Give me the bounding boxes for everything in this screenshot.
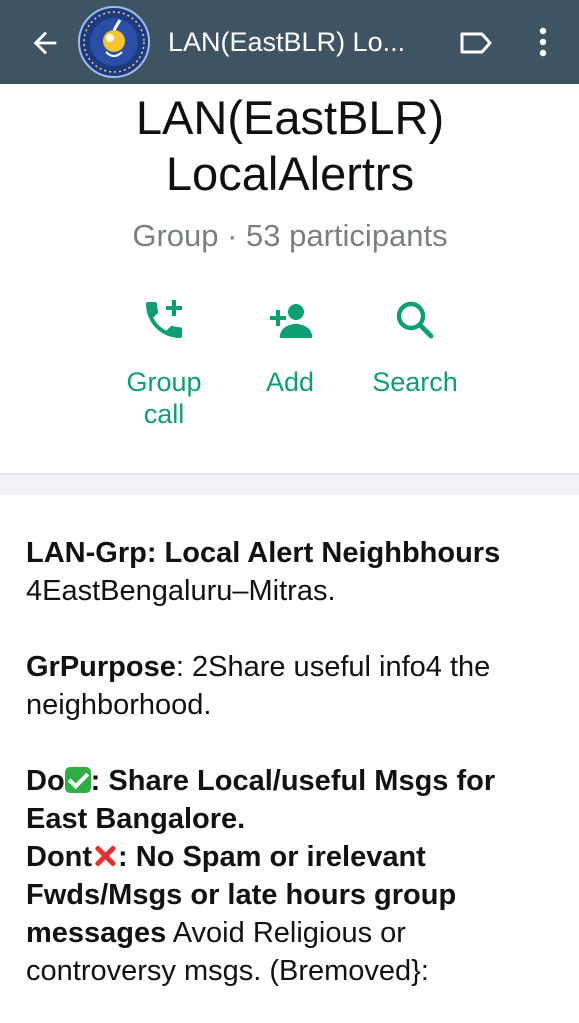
avatar-logo <box>80 8 148 76</box>
do-text-2: East Bangalore. <box>26 803 246 835</box>
check-emoji-icon <box>64 767 91 793</box>
dont-text-4: controversy msgs. (Bremoved}: <box>26 955 429 987</box>
add-label: Add <box>265 367 315 397</box>
dont-text-3: Avoid Religious or <box>166 917 406 949</box>
desc-do: Do : Share Local/useful Msgs for <box>26 762 566 800</box>
app-bar: LAN(EastBLR) Lo... <box>0 0 579 84</box>
add-call-icon <box>146 300 182 338</box>
do-text: : Share Local/useful Msgs for <box>90 765 496 797</box>
back-arrow-icon <box>33 31 57 55</box>
group-description[interactable]: LAN-Grp: Local Alert Neighbhours 4EastBe… <box>26 534 566 990</box>
more-vert-icon <box>539 27 547 57</box>
add-person-icon <box>270 304 312 338</box>
group-avatar[interactable] <box>78 6 150 78</box>
purpose-text-2: neighborhood. <box>26 689 212 721</box>
search-icon <box>396 301 434 339</box>
group-call-button[interactable]: Group call <box>104 296 224 430</box>
back-button[interactable] <box>28 26 62 60</box>
header-title[interactable]: LAN(EastBLR) Lo... <box>168 24 418 60</box>
search-label: Search <box>372 367 458 397</box>
group-name: LAN(EastBLR) LocalAlertrs <box>40 90 540 202</box>
more-options-button[interactable] <box>533 24 553 60</box>
desc-line-1: LAN-Grp: Local Alert Neighbhours <box>26 537 501 569</box>
desc-line-2: 4EastBengaluru–Mitras. <box>26 575 336 607</box>
desc-dont: Dont : No Spam or irelevant <box>26 838 566 876</box>
section-divider <box>0 473 579 495</box>
label-icon <box>460 32 492 54</box>
desc-dont-3: messages Avoid Religious or <box>26 914 566 952</box>
do-label: Do <box>26 765 65 797</box>
add-button[interactable]: Add <box>240 296 340 398</box>
purpose-label: GrPurpose <box>26 651 176 683</box>
group-subtitle[interactable]: Group · 53 participants <box>40 216 540 256</box>
dont-label: Dont <box>26 841 93 873</box>
purpose-text: : 2Share useful info4 the <box>175 651 491 683</box>
group-call-label-line2: call <box>143 399 185 429</box>
group-name-line1: LAN(EastBLR) <box>135 91 445 144</box>
desc-purpose: GrPurpose: 2Share useful info4 the <box>26 648 566 686</box>
group-call-label-line1: Group <box>126 367 202 397</box>
label-button[interactable] <box>458 28 494 58</box>
dont-text-2: Fwds/Msgs or late hours group <box>26 879 457 911</box>
cross-emoji-icon <box>92 843 118 869</box>
dont-text: : No Spam or irelevant <box>118 841 426 873</box>
search-button[interactable]: Search <box>362 296 468 398</box>
group-name-line2: LocalAlertrs <box>165 147 415 200</box>
dont-text-3-bold: messages <box>26 917 167 949</box>
